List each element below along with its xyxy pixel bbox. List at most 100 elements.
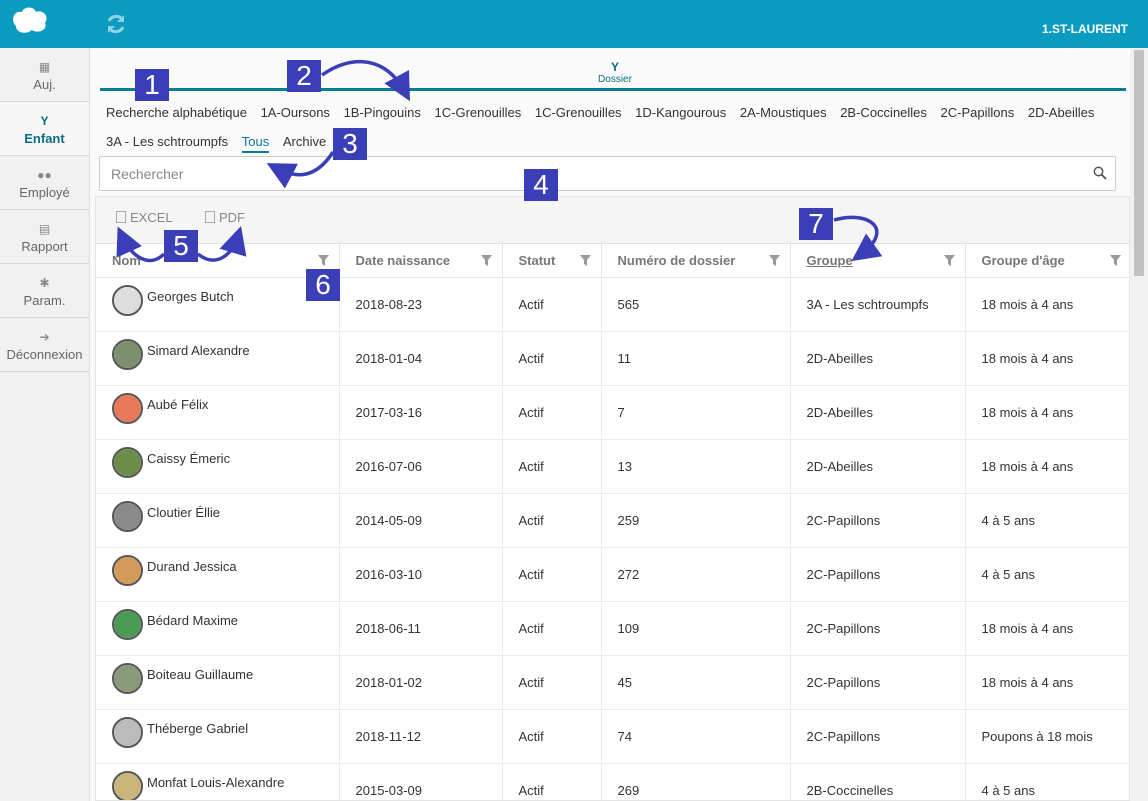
sidebar-item-employe[interactable]: ●● Employé [0, 156, 89, 210]
filter-row-1: Recherche alphabétique 1A-Oursons 1B-Pin… [106, 104, 1094, 133]
table-row[interactable]: Bédard Maxime 2018-06-11 Actif 109 2C-Papill… [96, 601, 1129, 656]
table-cell: 7 [601, 385, 791, 440]
filter-2c-papillons[interactable]: 2C-Papillons [941, 104, 1015, 122]
table-cell: 2C-Papillons [790, 709, 966, 764]
dossier-icon: Y [610, 60, 619, 74]
pdf-file-icon [205, 211, 215, 223]
avatar [112, 608, 143, 640]
refresh-icon[interactable] [104, 12, 128, 36]
avatar [112, 662, 143, 694]
sidebar-item-label: Param. [23, 293, 66, 308]
table-cell: Actif [502, 547, 602, 602]
filter-2b-coccinelles[interactable]: 2B-Coccinelles [840, 104, 927, 122]
table-cell: 2018-01-02 [339, 655, 503, 710]
table-cell: Poupons à 18 mois [965, 709, 1129, 764]
child-name[interactable]: Théberge Gabriel [147, 721, 248, 736]
filter-icon[interactable] [1109, 255, 1121, 266]
sidebar-item-auj[interactable]: ▦ Auj. [0, 48, 89, 102]
filter-alphabetique[interactable]: Recherche alphabétique [106, 104, 247, 122]
filter-2d-abeilles[interactable]: 2D-Abeilles [1028, 104, 1094, 122]
column-header[interactable]: Groupe d'âge [965, 244, 1129, 278]
table-cell: Simard Alexandre [96, 331, 340, 386]
user-label[interactable]: 1.ST-LAURENT [1042, 22, 1128, 36]
scrollbar-thumb[interactable] [1134, 50, 1144, 276]
filter-archive[interactable]: Archive [283, 133, 326, 151]
table-cell: 4 à 5 ans [965, 547, 1129, 602]
filter-2a-moustiques[interactable]: 2A-Moustiques [740, 104, 827, 122]
pdf-export-button[interactable]: PDF [205, 210, 245, 225]
table-cell: 2016-03-10 [339, 547, 503, 602]
table-row[interactable]: Georges Butch 2018-08-23 Actif 565 3A - Les … [96, 277, 1129, 332]
child-name[interactable]: Georges Butch [147, 289, 234, 304]
column-header[interactable]: Numéro de dossier [601, 244, 791, 278]
filter-1d-kangourous[interactable]: 1D-Kangourous [635, 104, 726, 122]
table-cell: Bédard Maxime [96, 601, 340, 656]
table-cell: Actif [502, 601, 602, 656]
child-name[interactable]: Cloutier Éllie [147, 505, 220, 520]
filter-icon[interactable] [943, 255, 955, 266]
sidebar-item-enfant[interactable]: Y Enfant [0, 102, 89, 156]
child-name[interactable]: Aubé Félix [147, 397, 208, 412]
table-cell: Actif [502, 277, 602, 332]
sidebar-item-rapport[interactable]: ▤ Rapport [0, 210, 89, 264]
table-cell: Georges Butch [96, 277, 340, 332]
table-cell: 18 mois à 4 ans [965, 601, 1129, 656]
filter-3a-schtroumpfs[interactable]: 3A - Les schtroumpfs [106, 133, 228, 151]
child-name[interactable]: Caissy Émeric [147, 451, 230, 466]
table-cell: 2014-05-09 [339, 493, 503, 548]
sidebar-item-deconnexion[interactable]: ➔ Déconnexion [0, 318, 89, 372]
table-cell: 2B-Coccinelles [790, 763, 966, 800]
sidebar-item-param[interactable]: ✱ Param. [0, 264, 89, 318]
table-row[interactable]: Théberge Gabriel 2018-11-12 Actif 74 2C-Papi… [96, 709, 1129, 764]
child-name[interactable]: Bédard Maxime [147, 613, 238, 628]
column-header[interactable]: Nom [96, 244, 340, 278]
table-cell: 11 [601, 331, 791, 386]
filter-tous[interactable]: Tous [241, 133, 270, 153]
table-cell: 272 [601, 547, 791, 602]
search-input[interactable] [100, 157, 1060, 190]
vertical-scrollbar[interactable] [1130, 48, 1148, 801]
column-header[interactable]: Groupe [790, 244, 966, 278]
excel-export-button[interactable]: EXCEL [116, 210, 173, 225]
table-cell: 4 à 5 ans [965, 493, 1129, 548]
child-name[interactable]: Simard Alexandre [147, 343, 250, 358]
table-cell: 18 mois à 4 ans [965, 439, 1129, 494]
avatar [112, 338, 143, 370]
table-row[interactable]: Aubé Félix 2017-03-16 Actif 7 2D-Abeilles 18 … [96, 385, 1129, 440]
table-cell: Actif [502, 655, 602, 710]
sidebar-item-label: Rapport [21, 239, 68, 254]
child-name[interactable]: Monfat Louis-Alexandre [147, 775, 284, 790]
filter-icon[interactable] [768, 255, 780, 266]
tab-dossier[interactable]: Y Dossier [590, 60, 640, 85]
table-row[interactable]: Cloutier Éllie 2014-05-09 Actif 259 2C-Papil… [96, 493, 1129, 548]
table-row[interactable]: Boiteau Guillaume 2018-01-02 Actif 45 2C-Pap… [96, 655, 1129, 710]
filter-icon[interactable] [480, 255, 492, 266]
logo-icon[interactable] [10, 6, 50, 38]
table-cell: 18 mois à 4 ans [965, 331, 1129, 386]
search-icon[interactable] [1093, 166, 1107, 180]
table-cell: 2C-Papillons [790, 547, 966, 602]
filter-1c-grenouilles[interactable]: 1C-Grenouilles [435, 104, 522, 122]
column-header[interactable]: Date naissance [339, 244, 503, 278]
table-cell: 74 [601, 709, 791, 764]
table-cell: Durand Jessica [96, 547, 340, 602]
table-row[interactable]: Monfat Louis-Alexandre 2015-03-09 Actif 269… [96, 763, 1129, 800]
filter-icon[interactable] [317, 255, 329, 266]
table-cell: 3A - Les schtroumpfs [790, 277, 966, 332]
column-header[interactable]: Statut [502, 244, 602, 278]
annotation-5: 5 [164, 230, 198, 262]
filter-1b-pingouins[interactable]: 1B-Pingouins [344, 104, 421, 122]
table-row[interactable]: Caissy Émeric 2016-07-06 Actif 13 2D-Abeille… [96, 439, 1129, 494]
filter-icon[interactable] [579, 255, 591, 266]
avatar [112, 446, 143, 478]
table-row[interactable]: Simard Alexandre 2018-01-04 Actif 11 2D-Abei… [96, 331, 1129, 386]
table-cell: 2016-07-06 [339, 439, 503, 494]
child-name[interactable]: Durand Jessica [147, 559, 237, 574]
child-name[interactable]: Boiteau Guillaume [147, 667, 253, 682]
column-header-label: Groupe d'âge [981, 252, 1065, 268]
tab-dossier-label: Dossier [598, 74, 632, 85]
filter-1c-grenouilles-2[interactable]: 1C-Grenouilles [535, 104, 622, 122]
table-row[interactable]: Durand Jessica 2016-03-10 Actif 272 2C-Papil… [96, 547, 1129, 602]
table-cell: 18 mois à 4 ans [965, 655, 1129, 710]
filter-1a-oursons[interactable]: 1A-Oursons [261, 104, 330, 122]
